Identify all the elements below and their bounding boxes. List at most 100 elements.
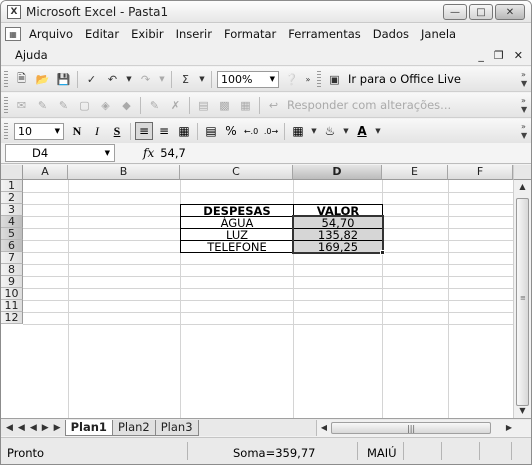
undo-icon[interactable]: ↶: [104, 71, 121, 88]
grip-icon: ≡: [520, 294, 526, 302]
menu-janela[interactable]: Janela: [421, 27, 456, 41]
decrease-decimal-icon[interactable]: .0→: [262, 122, 280, 140]
menu-inserir[interactable]: Inserir: [176, 27, 212, 41]
save-icon[interactable]: 💾: [55, 71, 72, 88]
toolbar-grip[interactable]: [4, 70, 8, 88]
toolbar-overflow-icon[interactable]: » ▼: [521, 70, 529, 88]
office-live-icon[interactable]: ▣: [326, 71, 343, 88]
menu-editar[interactable]: Editar: [85, 27, 119, 41]
sheet-tab-plan3[interactable]: Plan3: [154, 419, 199, 436]
protect-icon[interactable]: ▦: [237, 97, 254, 114]
email-icon[interactable]: ✉: [13, 97, 30, 114]
font-color-dropdown-icon[interactable]: ▼: [374, 123, 382, 140]
menu-formatar[interactable]: Formatar: [224, 27, 276, 41]
toolbar-grip[interactable]: [4, 96, 8, 114]
font-color-icon[interactable]: A: [353, 122, 371, 140]
row-header-12[interactable]: 12: [1, 312, 23, 324]
attach-icon[interactable]: ▤: [195, 97, 212, 114]
select-all-corner[interactable]: [1, 165, 23, 180]
minimize-icon[interactable]: —: [443, 4, 467, 20]
close-icon[interactable]: ✕: [495, 4, 525, 20]
undo-dropdown-icon[interactable]: ▼: [125, 71, 133, 88]
menu-exibir[interactable]: Exibir: [131, 27, 164, 41]
formula-input[interactable]: 54,7: [160, 146, 186, 160]
toolbar-grip[interactable]: [317, 70, 321, 88]
borders-icon[interactable]: ▦: [289, 122, 307, 140]
fill-color-icon[interactable]: ♨: [321, 122, 339, 140]
workbook-restore-icon[interactable]: ❐: [494, 49, 504, 62]
workbook-controls: _ ❐ ✕: [478, 49, 523, 62]
column-header-d[interactable]: D: [293, 165, 382, 180]
column-header-a[interactable]: A: [23, 165, 68, 180]
redo-icon[interactable]: ↷: [137, 71, 154, 88]
vertical-scroll-thumb[interactable]: ≡: [516, 198, 529, 406]
vertical-scrollbar[interactable]: ▲ ≡ ▼: [513, 180, 531, 418]
column-header-c[interactable]: C: [180, 165, 293, 180]
review2-icon[interactable]: ✎: [55, 97, 72, 114]
workbook-close-icon[interactable]: ✕: [514, 49, 523, 62]
new-icon[interactable]: 🗎: [13, 71, 30, 88]
italic-button[interactable]: I: [88, 122, 106, 140]
maximize-icon[interactable]: □: [469, 4, 493, 20]
percent-button[interactable]: %: [222, 122, 240, 140]
active-selection-border: [292, 215, 384, 254]
horizontal-scroll-thumb[interactable]: |||: [331, 422, 491, 434]
fill-handle[interactable]: [380, 250, 385, 255]
name-box[interactable]: D4 ▼: [5, 144, 115, 162]
borders-dropdown-icon[interactable]: ▼: [310, 123, 318, 140]
split-box[interactable]: [513, 165, 531, 180]
show-icon[interactable]: ◆: [118, 97, 135, 114]
help-icon[interactable]: ❔: [283, 71, 300, 88]
scroll-right-icon[interactable]: ▶: [502, 420, 516, 435]
menu-dados[interactable]: Dados: [373, 27, 409, 41]
reply-icon[interactable]: ↩: [265, 97, 282, 114]
menu-ferramentas[interactable]: Ferramentas: [288, 27, 360, 41]
scroll-down-icon[interactable]: ▼: [514, 404, 531, 418]
tab-navigation-icons[interactable]: ◀◀◀▶▶: [6, 423, 66, 433]
print-icon[interactable]: ▩: [216, 97, 233, 114]
sheet-tab-plan1[interactable]: Plan1: [64, 419, 113, 436]
menu-ajuda[interactable]: Ajuda: [15, 48, 48, 62]
autosum-dropdown-icon[interactable]: ▼: [198, 71, 206, 88]
toolbar-grip[interactable]: [4, 122, 8, 140]
horizontal-scrollbar[interactable]: ◀ ||| ▶: [316, 420, 531, 436]
workbook-minimize-icon[interactable]: _: [478, 49, 484, 62]
zoom-select[interactable]: 100% ▼: [217, 70, 279, 88]
open-icon[interactable]: 📂: [34, 71, 51, 88]
excel-icon[interactable]: X: [7, 4, 21, 19]
format-painter-icon[interactable]: ✓: [83, 71, 100, 88]
office-live-link[interactable]: Ir para o Office Live: [348, 72, 461, 86]
align-right-icon[interactable]: ≡: [155, 122, 173, 140]
comment-icon[interactable]: ▢: [76, 97, 93, 114]
scroll-up-icon[interactable]: ▲: [514, 180, 531, 194]
currency-icon[interactable]: ▤: [202, 122, 220, 140]
autosum-icon[interactable]: Σ: [177, 71, 194, 88]
scroll-left-icon[interactable]: ◀: [317, 420, 331, 435]
increase-decimal-icon[interactable]: ←.0: [242, 122, 260, 140]
chevron-down-icon[interactable]: ▼: [105, 149, 110, 157]
reply-with-changes[interactable]: Responder com alterações...: [287, 98, 451, 112]
font-size-select[interactable]: 10 ▼: [14, 122, 64, 140]
menu-arquivo[interactable]: Arquivo: [29, 27, 73, 41]
column-header-b[interactable]: B: [68, 165, 180, 180]
track-icon[interactable]: ◈: [97, 97, 114, 114]
insert-function-icon[interactable]: fx: [143, 146, 154, 160]
delete-comment-icon[interactable]: ✗: [167, 97, 184, 114]
redo-dropdown-icon[interactable]: ▼: [158, 71, 166, 88]
ink-icon[interactable]: ✎: [146, 97, 163, 114]
toolbar-options-icon[interactable]: »: [304, 71, 312, 88]
sheet-tab-plan2[interactable]: Plan2: [111, 419, 156, 436]
fill-color-dropdown-icon[interactable]: ▼: [342, 123, 350, 140]
align-center-icon[interactable]: ≡: [135, 122, 153, 140]
merge-center-icon[interactable]: ▦: [175, 122, 193, 140]
worksheet-grid[interactable]: A B C D E F 1 2 3 4 5 6 7 8 9 10 11 12 D…: [1, 165, 531, 418]
toolbar-overflow-icon[interactable]: » ▼: [521, 122, 529, 140]
bold-button[interactable]: N: [68, 122, 86, 140]
excel-window: X Microsoft Excel - Pasta1 — □ ✕ ▦ Arqui…: [0, 0, 532, 465]
underline-button[interactable]: S: [108, 122, 126, 140]
toolbar-overflow-icon[interactable]: » ▼: [521, 96, 529, 114]
column-header-e[interactable]: E: [382, 165, 448, 180]
review-icon[interactable]: ✎: [34, 97, 51, 114]
column-header-f[interactable]: F: [448, 165, 513, 180]
workbook-icon[interactable]: ▦: [5, 27, 21, 41]
